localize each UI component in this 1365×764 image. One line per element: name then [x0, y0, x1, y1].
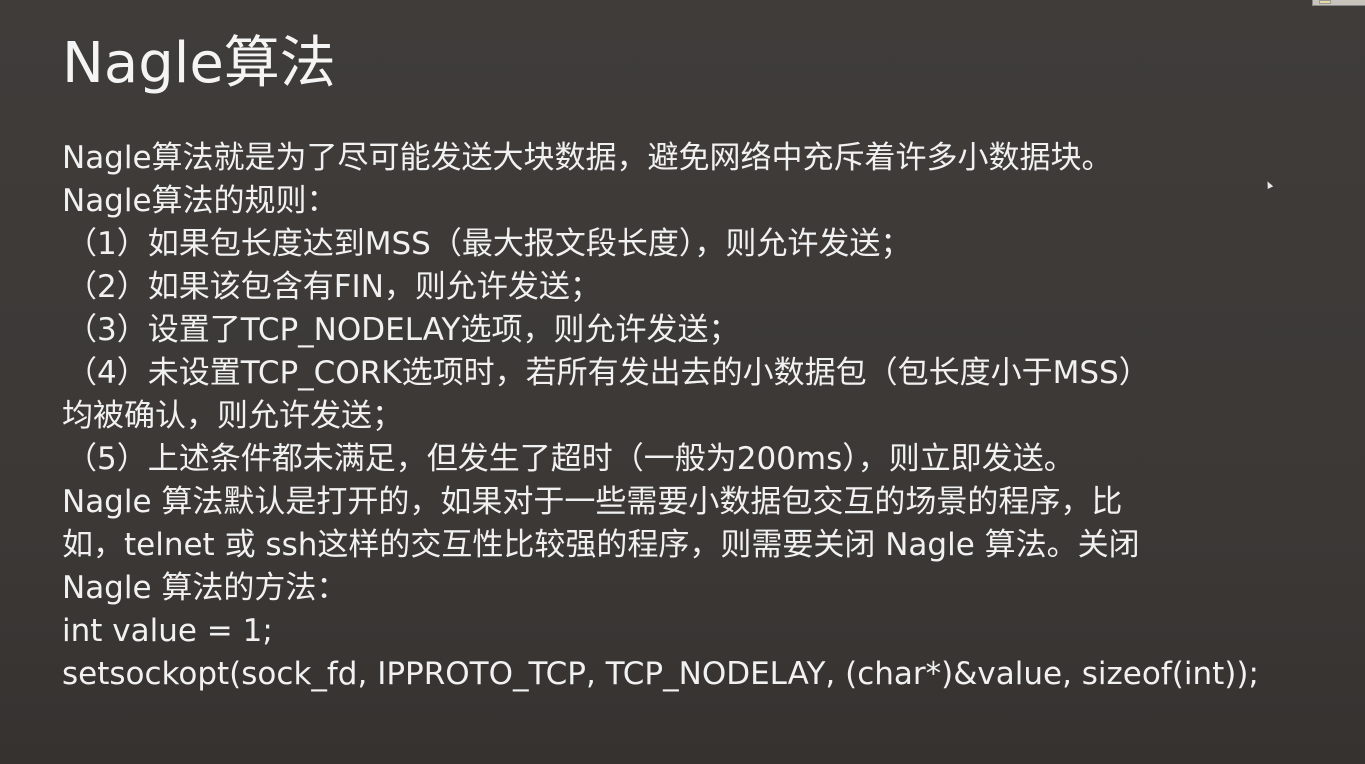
- slide-line-7: 均被确认，则允许发送；: [62, 398, 403, 434]
- minimized-window-icon[interactable]: [1319, 0, 1331, 4]
- slide-line-9: Nagle 算法默认是打开的，如果对于一些需要小数据包交互的场景的程序，比: [62, 484, 1123, 520]
- slide-line-12: int value = 1;: [62, 613, 273, 649]
- presentation-slide: Nagle算法 Nagle算法就是为了尽可能发送大块数据，避免网络中充斥着许多小…: [0, 0, 1365, 764]
- slide-line-10: 如，telnet 或 ssh这样的交互性比较强的程序，则需要关闭 Nagle 算…: [62, 527, 1140, 563]
- slide-line-11: Nagle 算法的方法：: [62, 570, 348, 606]
- slide-line-6: （4）未设置TCP_CORK选项时，若所有发出去的小数据包（包长度小于MSS）: [66, 355, 1150, 391]
- slide-line-2: Nagle算法的规则：: [62, 183, 338, 219]
- window-corner-widget[interactable]: [1312, 0, 1365, 6]
- slide-line-8: （5）上述条件都未满足，但发生了超时（一般为200ms），则立即发送。: [66, 441, 1075, 477]
- slide-body: Nagle算法就是为了尽可能发送大块数据，避免网络中充斥着许多小数据块。 Nag…: [62, 137, 1292, 696]
- slide-line-13: setsockopt(sock_fd, IPPROTO_TCP, TCP_NOD…: [62, 656, 1259, 692]
- slide-line-5: （3）设置了TCP_NODELAY选项，则允许发送；: [66, 312, 740, 348]
- slide-line-3: （1）如果包长度达到MSS（最大报文段长度），则允许发送；: [66, 226, 912, 262]
- slide-line-1: Nagle算法就是为了尽可能发送大块数据，避免网络中充斥着许多小数据块。: [62, 140, 1113, 176]
- slide-line-4: （2）如果该包含有FIN，则允许发送；: [66, 269, 601, 305]
- slide-title: Nagle算法: [62, 31, 336, 96]
